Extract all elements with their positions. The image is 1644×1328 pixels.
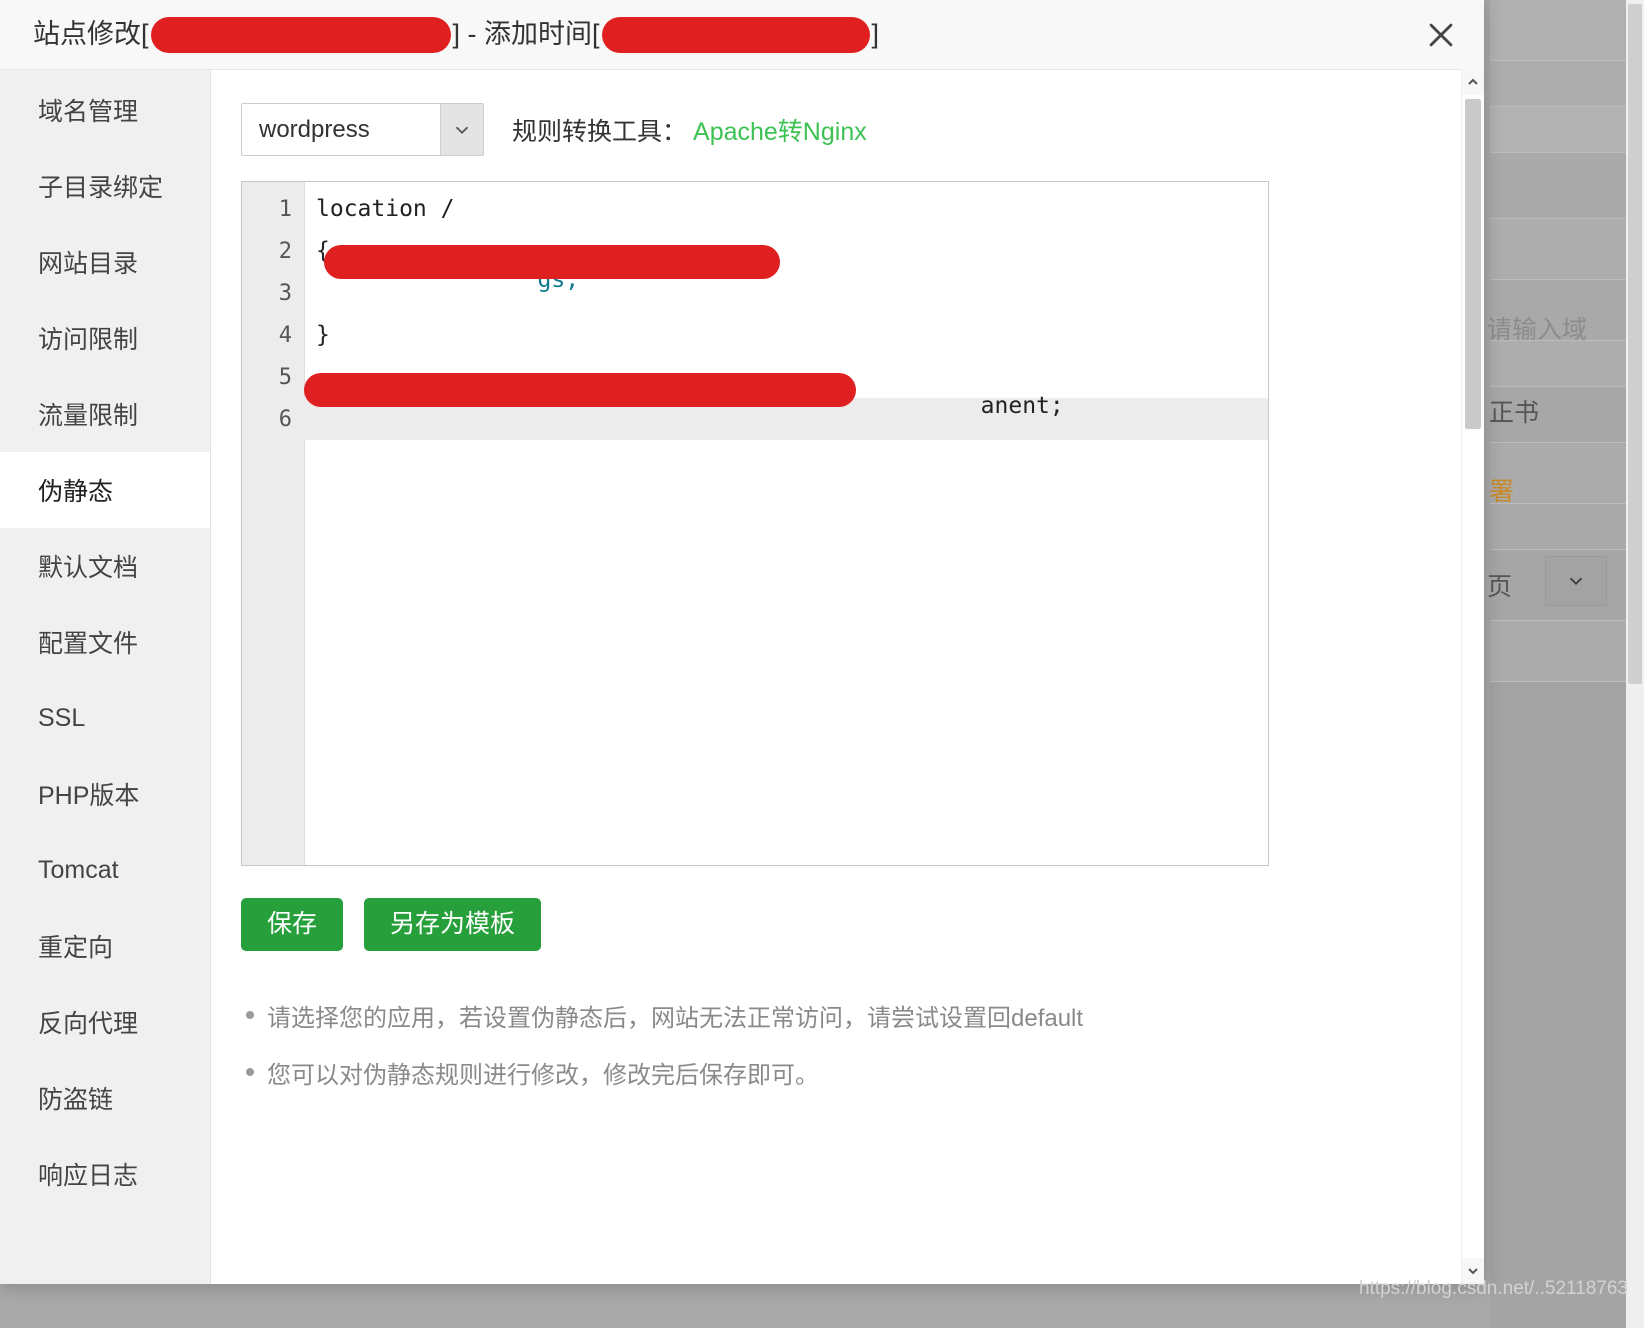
sidebar-item-redirect[interactable]: 重定向: [0, 908, 210, 984]
sidebar-item-label: 子目录绑定: [38, 174, 164, 202]
line-number: 2: [278, 238, 292, 264]
apache-to-nginx-link[interactable]: Apache转Nginx: [693, 112, 867, 148]
dialog-sidebar: 域名管理 子目录绑定 网站目录 访问限制 流量限制 伪静态 默认文档 配置文件 …: [0, 70, 211, 1284]
sidebar-item-tomcat[interactable]: Tomcat: [0, 832, 210, 908]
line-content: anent;: [304, 367, 1268, 471]
chevron-down-icon: [455, 126, 469, 134]
dialog-header: 站点修改[ ] - 添加时间[ ]: [0, 0, 1484, 70]
sidebar-item-site-directory[interactable]: 网站目录: [0, 224, 210, 300]
sidebar-item-label: 网站目录: [38, 250, 139, 278]
sidebar-item-label: SSL: [38, 703, 86, 732]
sidebar-item-label: Tomcat: [38, 855, 119, 884]
bg-row: [1490, 341, 1644, 387]
convert-tool-label: 规则转换工具：: [512, 117, 688, 146]
bg-certificate-label: 正书: [1489, 399, 1540, 427]
sidebar-item-ssl[interactable]: SSL: [0, 680, 210, 756]
close-button[interactable]: [1420, 14, 1462, 56]
sidebar-item-php-version[interactable]: PHP版本: [0, 756, 210, 832]
sidebar-item-label: 流量限制: [38, 402, 139, 430]
dialog-scrollbar-thumb[interactable]: [1465, 99, 1481, 429]
line-number: 1: [278, 196, 292, 222]
sidebar-item-reverse-proxy[interactable]: 反向代理: [0, 984, 210, 1060]
bg-row: [1490, 504, 1644, 550]
bg-row: [1490, 0, 1644, 61]
site-edit-dialog: 站点修改[ ] - 添加时间[ ] 域名管理 子目录绑定 网站目录 访问限制 流…: [0, 0, 1484, 1284]
line-content: location /: [316, 196, 455, 222]
code-line[interactable]: 4 }: [242, 314, 1268, 356]
bg-row: [1490, 621, 1644, 682]
chevron-down-icon: [1569, 577, 1583, 586]
app-select[interactable]: wordpress: [241, 103, 484, 156]
dialog-title-suffix: ]: [871, 19, 880, 49]
bg-deploy-link[interactable]: 署: [1489, 472, 1514, 508]
code-line[interactable]: 3 gs;: [242, 245, 1268, 314]
sidebar-item-subdirectory-binding[interactable]: 子目录绑定: [0, 148, 210, 224]
bg-row: [1490, 107, 1644, 153]
redacted-add-time: [601, 16, 870, 53]
app-select-arrow[interactable]: [440, 104, 483, 155]
close-icon: [1429, 23, 1453, 47]
bg-row: [1490, 682, 1644, 1328]
chevron-up-icon: [1468, 78, 1478, 85]
bg-domain-input-placeholder[interactable]: 请输入域: [1487, 310, 1587, 346]
sidebar-item-default-document[interactable]: 默认文档: [0, 528, 210, 604]
sidebar-item-traffic-limit[interactable]: 流量限制: [0, 376, 210, 452]
rewrite-code-editor[interactable]: 1 location / 2 { 3 gs; 4 } 5 6 anent;: [241, 181, 1269, 866]
bg-row: [1490, 219, 1644, 280]
line-content: }: [316, 322, 330, 348]
redacted-site-name: [150, 16, 451, 53]
action-buttons: 保存 另存为模板: [241, 898, 1484, 951]
scroll-up-button[interactable]: [1462, 69, 1484, 95]
line-number: 3: [278, 280, 292, 306]
bg-page-select[interactable]: [1545, 556, 1607, 606]
sidebar-item-config-file[interactable]: 配置文件: [0, 604, 210, 680]
line-number: 5: [278, 364, 292, 390]
sidebar-item-label: 重定向: [38, 934, 114, 962]
save-button[interactable]: 保存: [241, 898, 344, 951]
line-number: 4: [278, 322, 292, 348]
bg-page-label: 页: [1487, 573, 1513, 601]
redacted-code-text: [304, 373, 856, 407]
bg-row: [1490, 61, 1644, 107]
watermark: https://blog.csdn.net/..52118763: [1358, 1278, 1628, 1299]
help-notes: 请选择您的应用，若设置伪静态后，网站无法正常访问，请尝试设置回default 您…: [241, 998, 1484, 1090]
dialog-scrollbar[interactable]: [1461, 69, 1484, 1284]
app-select-value: wordpress: [259, 115, 370, 143]
sidebar-item-label: 伪静态: [38, 478, 114, 506]
sidebar-item-label: 反向代理: [38, 1010, 139, 1038]
code-line-active[interactable]: 6 anent;: [242, 373, 1268, 440]
sidebar-item-label: 默认文档: [38, 554, 139, 582]
sidebar-item-label: PHP版本: [38, 782, 140, 810]
page-scrollbar-thumb[interactable]: [1628, 4, 1642, 684]
sidebar-item-anti-leech[interactable]: 防盗链: [0, 1060, 210, 1136]
save-as-template-button[interactable]: 另存为模板: [364, 898, 542, 951]
sidebar-item-rewrite[interactable]: 伪静态: [0, 452, 210, 528]
dialog-title: 站点修改[ ] - 添加时间[ ]: [33, 16, 880, 53]
dialog-title-middle: ] - 添加时间[: [452, 19, 600, 49]
sidebar-item-domain-management[interactable]: 域名管理: [0, 72, 210, 148]
rewrite-panel: wordpress 规则转换工具： Apache转Nginx 1 locatio…: [211, 70, 1484, 1284]
sidebar-item-response-log[interactable]: 响应日志: [0, 1136, 210, 1212]
sidebar-item-access-restriction[interactable]: 访问限制: [0, 300, 210, 376]
sidebar-item-label: 响应日志: [38, 1162, 139, 1190]
help-note-item: 您可以对伪静态规则进行修改，修改完后保存即可。: [241, 1055, 1484, 1090]
page-scrollbar[interactable]: [1626, 0, 1644, 1328]
sidebar-item-label: 域名管理: [38, 98, 139, 126]
line-number: 6: [278, 406, 292, 432]
dialog-body: 域名管理 子目录绑定 网站目录 访问限制 流量限制 伪静态 默认文档 配置文件 …: [0, 70, 1484, 1284]
code-line[interactable]: 1 location /: [242, 188, 1268, 230]
chevron-down-icon: [1468, 1268, 1478, 1275]
help-note-item: 请选择您的应用，若设置伪静态后，网站无法正常访问，请尝试设置回default: [241, 998, 1484, 1033]
dialog-title-prefix: 站点修改[: [33, 19, 149, 49]
rewrite-toolbar: wordpress 规则转换工具： Apache转Nginx: [241, 103, 1484, 156]
bg-row: [1490, 153, 1644, 219]
redacted-code-text: [324, 245, 780, 279]
sidebar-item-label: 防盗链: [38, 1086, 114, 1114]
sidebar-item-label: 访问限制: [38, 326, 139, 354]
sidebar-item-label: 配置文件: [38, 630, 139, 658]
